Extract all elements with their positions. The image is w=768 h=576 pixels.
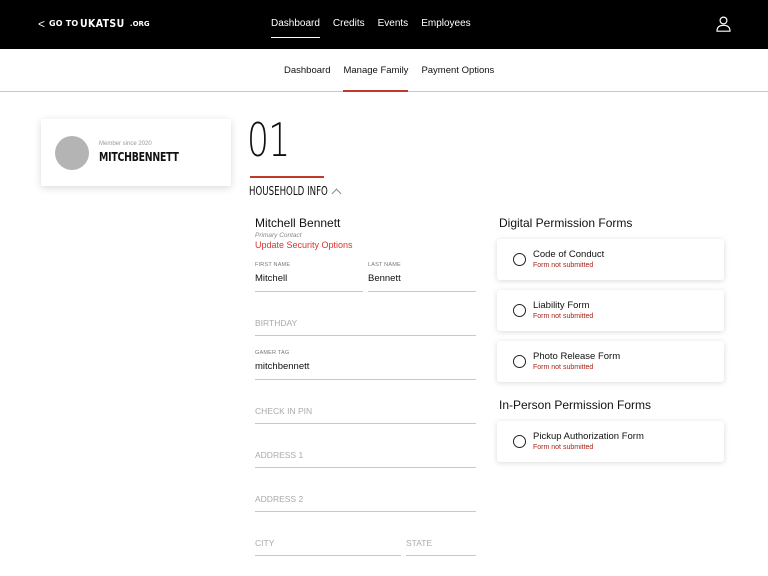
household-info-toggle[interactable]: HOUSEHOLD INFO <box>249 184 342 199</box>
nav-events[interactable]: Events <box>378 18 409 38</box>
form-status: Form not submitted <box>533 262 594 269</box>
main-nav: Dashboard Credits Events Employees <box>271 18 471 38</box>
contact-name: Mitchell Bennett <box>255 216 341 230</box>
brand-tld: .ORG <box>129 19 150 28</box>
first-name-label: FIRST NAME <box>255 262 291 268</box>
address-2-field[interactable]: ADDRESS 2 <box>255 488 476 512</box>
in-person-forms-heading: In-Person Permission Forms <box>499 398 652 412</box>
first-name-value: Mitchell <box>255 273 288 284</box>
gamer-tag-field[interactable]: GAMER TAG mitchbennett <box>255 350 476 380</box>
form-name: Liability Form <box>533 300 590 311</box>
form-status: Form not submitted <box>533 364 594 371</box>
subnav-manage-family[interactable]: Manage Family <box>343 65 408 92</box>
gamer-tag-value: mitchbennett <box>255 361 310 372</box>
member-since: Member since 2020 <box>99 141 152 147</box>
digital-forms-heading: Digital Permission Forms <box>499 216 633 230</box>
city-placeholder: CITY <box>255 538 275 548</box>
radio-icon[interactable] <box>513 355 526 368</box>
top-bar: < GO TO UKATSU .ORG Dashboard Credits Ev… <box>0 0 768 49</box>
nav-credits[interactable]: Credits <box>333 18 365 38</box>
check-in-pin-field[interactable]: CHECK IN PIN <box>255 400 476 424</box>
chevron-up-icon <box>331 188 342 199</box>
radio-icon[interactable] <box>513 253 526 266</box>
last-name-value: Bennett <box>368 273 401 284</box>
form-name: Code of Conduct <box>533 249 605 260</box>
user-icon[interactable] <box>716 16 731 32</box>
form-status: Form not submitted <box>533 313 594 320</box>
avatar <box>55 136 89 170</box>
last-name-label: LAST NAME <box>368 262 401 268</box>
last-name-field[interactable]: LAST NAME Bennett <box>368 262 476 292</box>
brand-logo: UKATSU <box>80 17 126 30</box>
section-divider <box>250 176 324 178</box>
birthday-placeholder: BIRTHDAY <box>255 318 298 328</box>
form-card-photo-release[interactable]: Photo Release Form Form not submitted <box>497 341 724 382</box>
address-1-field[interactable]: ADDRESS 1 <box>255 444 476 468</box>
city-field[interactable]: CITY <box>255 532 401 556</box>
state-field[interactable]: STATE <box>406 532 476 556</box>
member-name: MITCHBENNETT <box>99 150 179 164</box>
contact-role: Primary Contact <box>255 232 302 239</box>
section-title: HOUSEHOLD INFO <box>249 184 328 198</box>
go-to-ukatsu-link[interactable]: < GO TO UKATSU .ORG <box>38 17 150 30</box>
chevron-left-icon: < <box>38 16 46 31</box>
radio-icon[interactable] <box>513 304 526 317</box>
nav-employees[interactable]: Employees <box>421 18 470 38</box>
state-placeholder: STATE <box>406 538 433 548</box>
nav-dashboard[interactable]: Dashboard <box>271 18 320 38</box>
first-name-field[interactable]: FIRST NAME Mitchell <box>255 262 363 292</box>
update-security-link[interactable]: Update Security Options <box>255 240 353 250</box>
section-number: 01 <box>247 113 290 167</box>
check-in-pin-placeholder: CHECK IN PIN <box>255 406 313 416</box>
form-name: Photo Release Form <box>533 351 621 362</box>
address-1-placeholder: ADDRESS 1 <box>255 450 304 460</box>
form-card-pickup-authorization[interactable]: Pickup Authorization Form Form not submi… <box>497 421 724 462</box>
profile-card: Member since 2020 MITCHBENNETT <box>41 119 231 186</box>
form-status: Form not submitted <box>533 444 594 451</box>
form-name: Pickup Authorization Form <box>533 431 644 442</box>
form-card-code-of-conduct[interactable]: Code of Conduct Form not submitted <box>497 239 724 280</box>
form-card-liability[interactable]: Liability Form Form not submitted <box>497 290 724 331</box>
address-2-placeholder: ADDRESS 2 <box>255 494 304 504</box>
radio-icon[interactable] <box>513 435 526 448</box>
gamer-tag-label: GAMER TAG <box>255 350 290 356</box>
go-to-text: GO TO <box>49 19 79 28</box>
birthday-field[interactable]: BIRTHDAY <box>255 312 476 336</box>
sub-nav: Dashboard Manage Family Payment Options <box>0 49 768 92</box>
subnav-dashboard[interactable]: Dashboard <box>284 65 330 92</box>
subnav-payment-options[interactable]: Payment Options <box>421 65 494 92</box>
